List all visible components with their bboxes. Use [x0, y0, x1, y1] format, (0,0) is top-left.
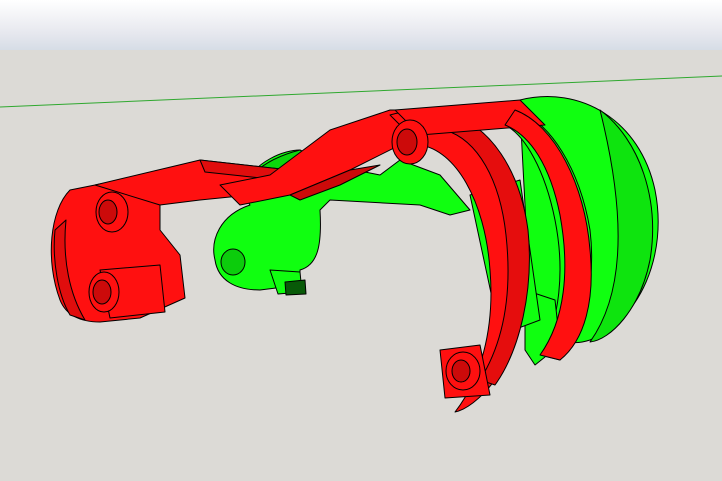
scene-canvas[interactable]: [0, 0, 722, 481]
red-part[interactable]: [50, 99, 592, 413]
green-axis-line: [0, 75, 722, 108]
model-viewport[interactable]: [0, 0, 722, 481]
